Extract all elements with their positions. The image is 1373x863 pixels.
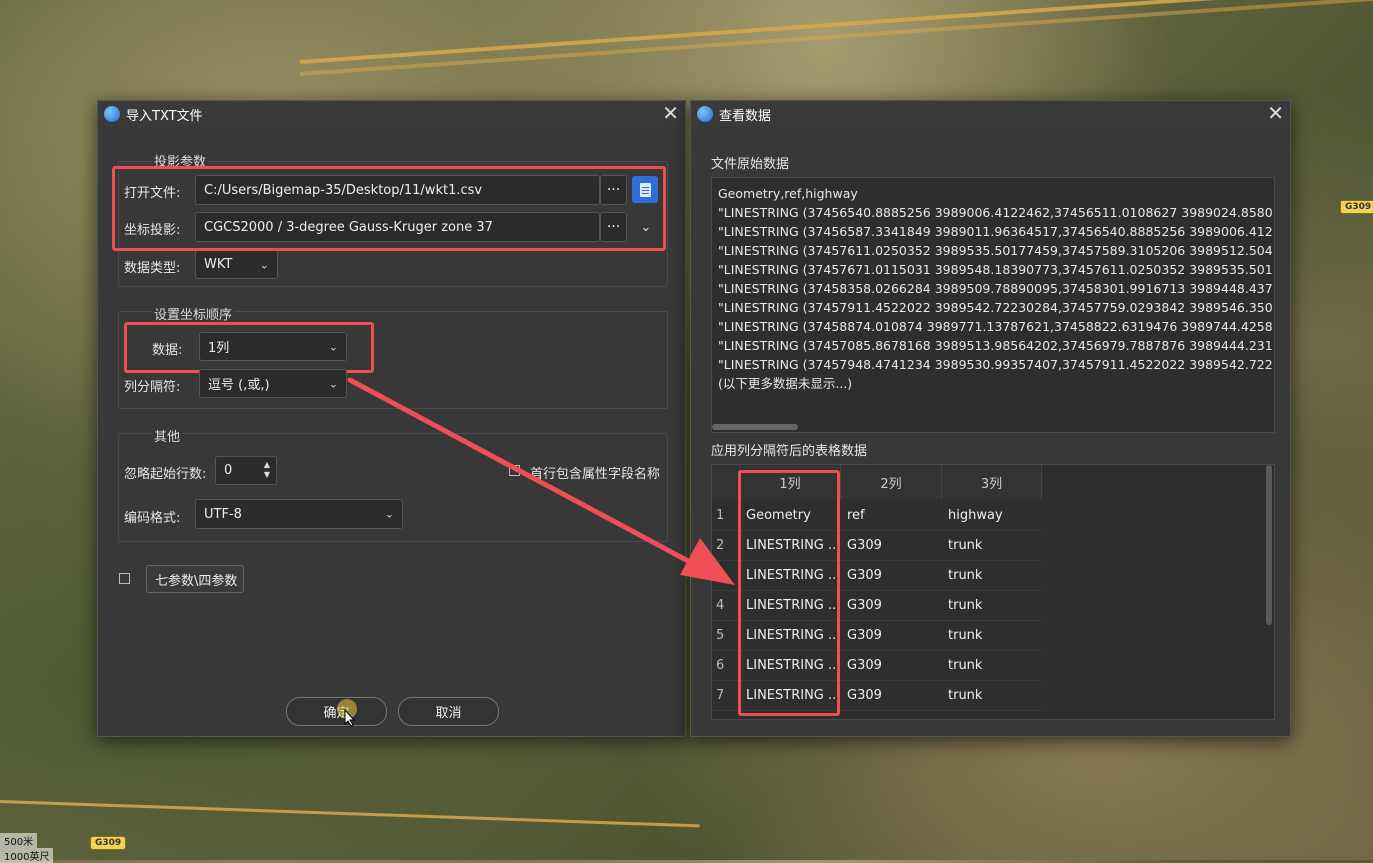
annotation-arrow [347,377,735,585]
